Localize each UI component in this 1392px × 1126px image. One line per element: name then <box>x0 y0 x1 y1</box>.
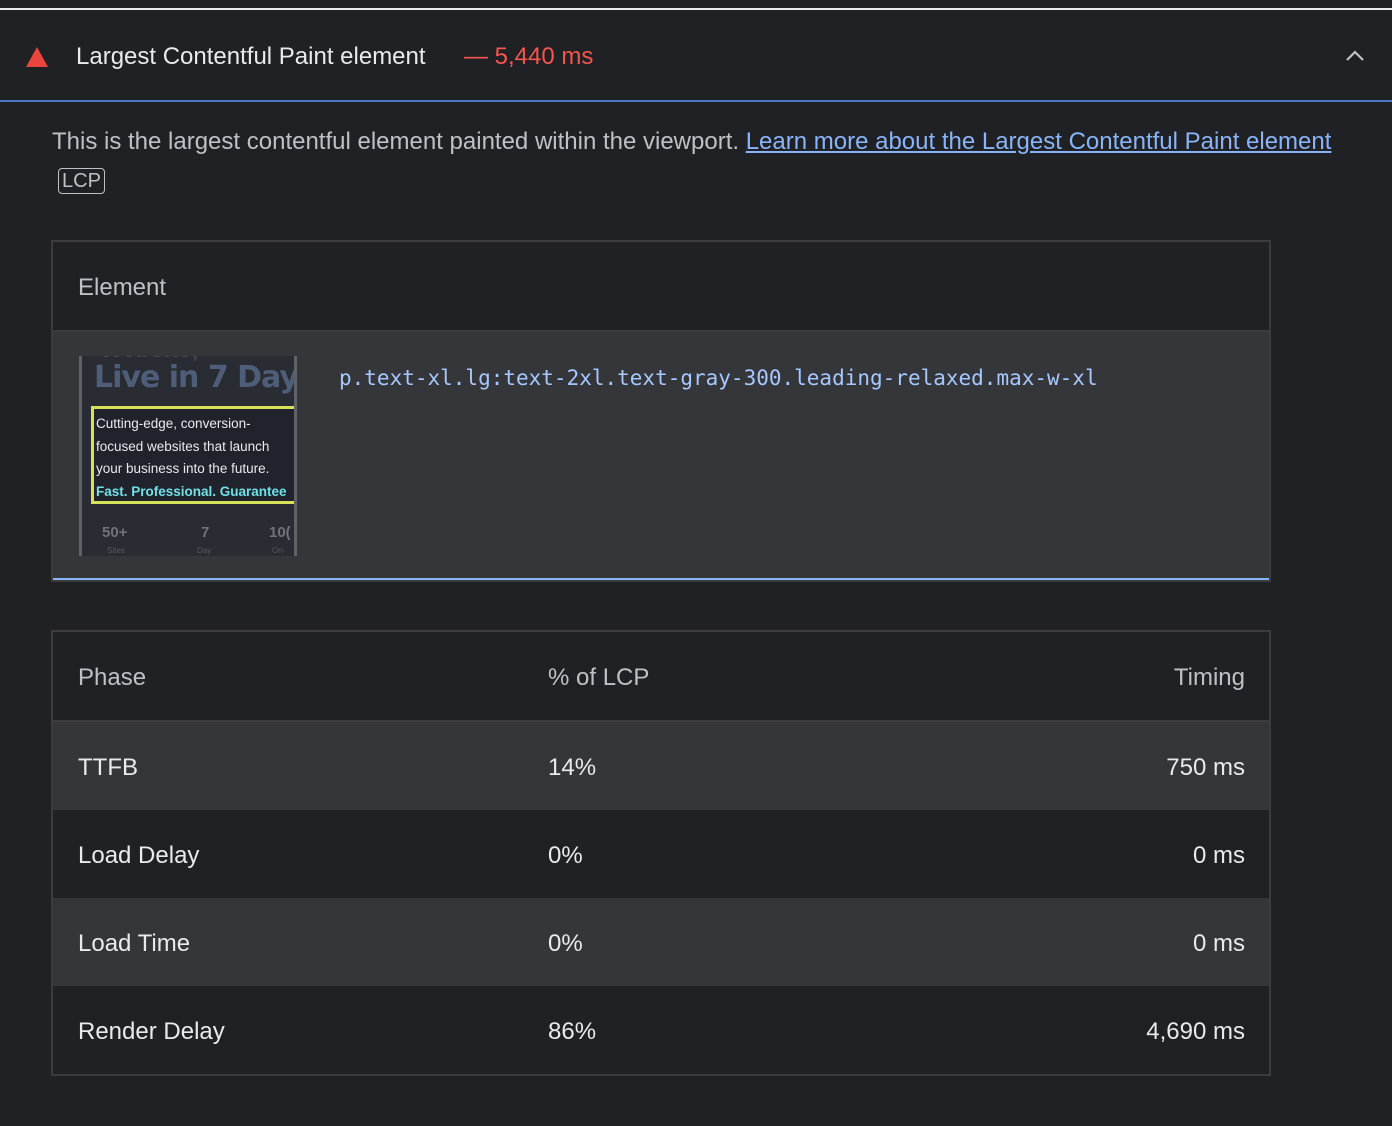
audit-description: This is the largest contentful element p… <box>52 122 1352 202</box>
audit-title: Largest Contentful Paint element <box>76 43 426 70</box>
thumbnail-stat: 50+ <box>102 524 128 541</box>
percent-cell: 0% <box>548 930 583 957</box>
thumbnail-line: your business into the future. <box>96 461 270 476</box>
percent-cell: 14% <box>548 754 597 781</box>
phase-cell: Load Delay <box>78 842 200 869</box>
phase-table-header: Phase % of LCP Timing <box>53 632 1269 722</box>
thumbnail-stats: 50+ 7 10( Sites Day On- <box>82 524 294 556</box>
table-row: Load Time 0% 0 ms <box>53 898 1269 986</box>
warning-triangle-icon <box>26 47 48 67</box>
thumbnail-highlight-box: Cutting-edge, conversion- focused websit… <box>91 406 294 504</box>
element-table: Element Website, Live in 7 Day Cutting-e… <box>51 240 1271 582</box>
timing-column-header: Timing <box>1173 664 1245 691</box>
percent-column-header: % of LCP <box>548 664 650 691</box>
thumbnail-stat-label: Day <box>197 546 212 555</box>
timing-cell: 4,690 ms <box>1146 1018 1245 1045</box>
phase-table: Phase % of LCP Timing TTFB 14% 750 ms Lo… <box>51 630 1271 1076</box>
table-row: Render Delay 86% 4,690 ms <box>53 986 1269 1074</box>
timing-cell: 0 ms <box>1192 930 1245 957</box>
thumbnail-line: Cutting-edge, conversion- <box>96 416 251 431</box>
table-row: Load Delay 0% 0 ms <box>53 810 1269 898</box>
description-text: This is the largest contentful element p… <box>52 128 746 155</box>
thumbnail-stat-label: Sites <box>107 546 125 555</box>
thumbnail-heading: Live in 7 Day <box>94 360 297 395</box>
timing-cell: 750 ms <box>1166 754 1245 781</box>
thumbnail-line: focused websites that launch <box>96 438 270 454</box>
thumbnail-stat: 7 <box>201 524 210 541</box>
lcp-badge: LCP <box>58 168 105 194</box>
element-column-header: Element <box>78 274 167 301</box>
chevron-up-icon[interactable] <box>1343 44 1367 68</box>
lcp-audit-header[interactable]: Largest Contentful Paint element — 5,440… <box>0 10 1392 102</box>
element-table-header: Element <box>53 242 1269 332</box>
phase-cell: Render Delay <box>78 1018 225 1045</box>
percent-cell: 86% <box>548 1018 597 1045</box>
timing-cell: 0 ms <box>1192 842 1245 869</box>
thumbnail-stat-label: On- <box>272 546 286 555</box>
phase-cell: Load Time <box>78 930 191 957</box>
thumbnail-highlight-line: Fast. Professional. Guarantee <box>96 483 287 499</box>
element-thumbnail: Website, Live in 7 Day Cutting-edge, con… <box>79 356 297 556</box>
audit-value: — 5,440 ms <box>464 43 594 70</box>
table-row: TTFB 14% 750 ms <box>53 722 1269 810</box>
phase-cell: TTFB <box>78 754 138 781</box>
element-selector[interactable]: p.text-xl.lg:text-2xl.text-gray-300.lead… <box>339 366 1098 390</box>
phase-column-header: Phase <box>78 664 147 691</box>
learn-more-link[interactable]: Learn more about the Largest Contentful … <box>746 128 1332 155</box>
percent-cell: 0% <box>548 842 583 869</box>
element-row[interactable]: Website, Live in 7 Day Cutting-edge, con… <box>53 332 1269 580</box>
thumbnail-stat: 10( <box>269 524 291 541</box>
